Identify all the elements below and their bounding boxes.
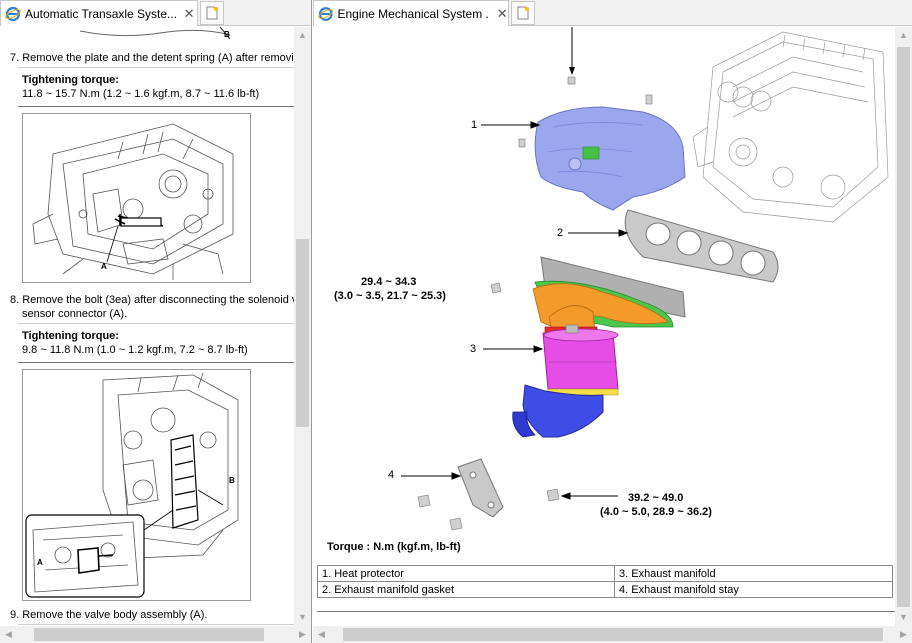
- divider: [18, 106, 294, 107]
- right-document-content: 1 2 3 4 29.4 ~ 34.3 (3.0 ~ 3.5, 21.7 ~ 2…: [313, 27, 895, 626]
- figure-label-b: B: [224, 30, 230, 39]
- engine-outline-drawing: [692, 31, 889, 223]
- torque-heading-2: Tightening torque:: [22, 330, 119, 342]
- new-tab-icon: [206, 6, 218, 20]
- close-tab-icon[interactable]: ✕: [496, 6, 508, 22]
- new-tab-icon: [517, 6, 529, 20]
- scroll-down-arrow-icon[interactable]: ▼: [895, 609, 912, 626]
- figure-label-b: B: [229, 476, 235, 485]
- transaxle-figure-1: A: [22, 113, 251, 283]
- scroll-right-arrow-icon[interactable]: ▶: [294, 626, 311, 643]
- ie-browser-icon: [318, 6, 334, 21]
- transaxle-figure-2: B A: [22, 369, 251, 601]
- scroll-down-arrow-icon[interactable]: ▼: [294, 609, 311, 626]
- left-tab-bar: Automatic Transaxle Syste... ✕: [0, 0, 311, 26]
- torque-heading-1: Tightening torque:: [22, 74, 119, 86]
- right-tab-bar: Engine Mechanical System ... ✕: [313, 0, 912, 26]
- step-8-text: 8. Remove the bolt (3ea) after disconnec…: [10, 294, 294, 306]
- divider: [18, 323, 294, 324]
- table-cell: 4. Exhaust manifold stay: [614, 581, 893, 598]
- table-cell: 2. Exhaust manifold gasket: [317, 581, 615, 598]
- torque-spec-2-units: (4.0 ~ 5.0, 28.9 ~ 36.2): [600, 506, 712, 518]
- tab-title: Automatic Transaxle Syste...: [25, 6, 178, 21]
- new-tab-button[interactable]: [511, 1, 535, 25]
- scroll-thumb[interactable]: [343, 628, 883, 641]
- parts-legend-table: 1. Heat protector 3. Exhaust manifold 2.…: [317, 565, 893, 598]
- step-8-text-continued: sensor connector (A).: [22, 308, 128, 320]
- callout-number-2: 2: [557, 227, 564, 239]
- torque-value-2: 9.8 ~ 11.8 N.m (1.0 ~ 1.2 kgf.m, 7.2 ~ 8…: [22, 344, 248, 356]
- left-vertical-scrollbar[interactable]: ▲ ▼: [294, 27, 311, 626]
- scroll-thumb[interactable]: [34, 628, 264, 641]
- torque-value-1: 11.8 ~ 15.7 N.m (1.2 ~ 1.6 kgf.m, 8.7 ~ …: [22, 88, 260, 100]
- scroll-right-arrow-icon[interactable]: ▶: [895, 626, 912, 643]
- ie-browser-icon: [5, 6, 21, 21]
- scroll-thumb[interactable]: [897, 47, 910, 607]
- figure-label-a: A: [101, 262, 107, 271]
- scroll-up-arrow-icon[interactable]: ▲: [294, 27, 311, 44]
- torque-unit-note: Torque : N.m (kgf.m, lb-ft): [327, 541, 461, 553]
- callout-number-3: 3: [470, 343, 477, 355]
- right-vertical-scrollbar[interactable]: ▲ ▼: [895, 27, 912, 626]
- scroll-thumb[interactable]: [296, 239, 309, 427]
- step-7-text: 7. Remove the plate and the detent sprin…: [10, 52, 294, 64]
- table-row: 2. Exhaust manifold gasket 4. Exhaust ma…: [317, 581, 893, 598]
- previous-figure-fragment: [80, 27, 231, 40]
- tab-engine-mechanical[interactable]: Engine Mechanical System ... ✕: [313, 0, 509, 26]
- new-tab-button[interactable]: [200, 1, 224, 25]
- table-row: 1. Heat protector 3. Exhaust manifold: [317, 565, 893, 582]
- left-document-content: B 7. Remove the plate and the detent spr…: [0, 27, 294, 626]
- exhaust-manifold-gasket-part: [624, 209, 779, 283]
- callout-number-4: 4: [388, 469, 395, 481]
- left-browser-pane: Automatic Transaxle Syste... ✕ B 7. Remo…: [0, 0, 312, 643]
- scroll-left-arrow-icon[interactable]: ◀: [0, 626, 17, 643]
- torque-spec-1-units: (3.0 ~ 3.5, 21.7 ~ 25.3): [334, 290, 446, 302]
- right-browser-pane: Engine Mechanical System ... ✕ 1 2 3 4 2…: [313, 0, 912, 643]
- divider: [18, 624, 294, 625]
- scroll-up-arrow-icon[interactable]: ▲: [895, 27, 912, 44]
- torque-spec-1-value: 29.4 ~ 34.3: [361, 276, 417, 288]
- tab-title: Engine Mechanical System ...: [337, 6, 491, 21]
- exhaust-manifold-part: [512, 256, 686, 438]
- scroll-left-arrow-icon[interactable]: ◀: [313, 626, 330, 643]
- callout-number-1: 1: [471, 119, 478, 131]
- close-tab-icon[interactable]: ✕: [183, 6, 195, 22]
- table-cell: 3. Exhaust manifold: [614, 565, 893, 582]
- table-cell: 1. Heat protector: [317, 565, 615, 582]
- step-9-text: 9. Remove the valve body assembly (A).: [10, 609, 208, 621]
- exhaust-manifold-stay-part: [457, 458, 504, 518]
- figure-label-a: A: [37, 558, 43, 567]
- torque-spec-2-value: 39.2 ~ 49.0: [628, 492, 684, 504]
- right-horizontal-scrollbar[interactable]: ◀ ▶: [313, 626, 912, 643]
- divider: [18, 67, 294, 68]
- left-horizontal-scrollbar[interactable]: ◀ ▶: [0, 626, 311, 643]
- divider: [18, 362, 294, 363]
- divider: [317, 611, 895, 612]
- tab-automatic-transaxle[interactable]: Automatic Transaxle Syste... ✕: [0, 0, 198, 26]
- valve-body-line-drawing: [25, 372, 239, 598]
- transaxle-line-drawing: [32, 123, 234, 280]
